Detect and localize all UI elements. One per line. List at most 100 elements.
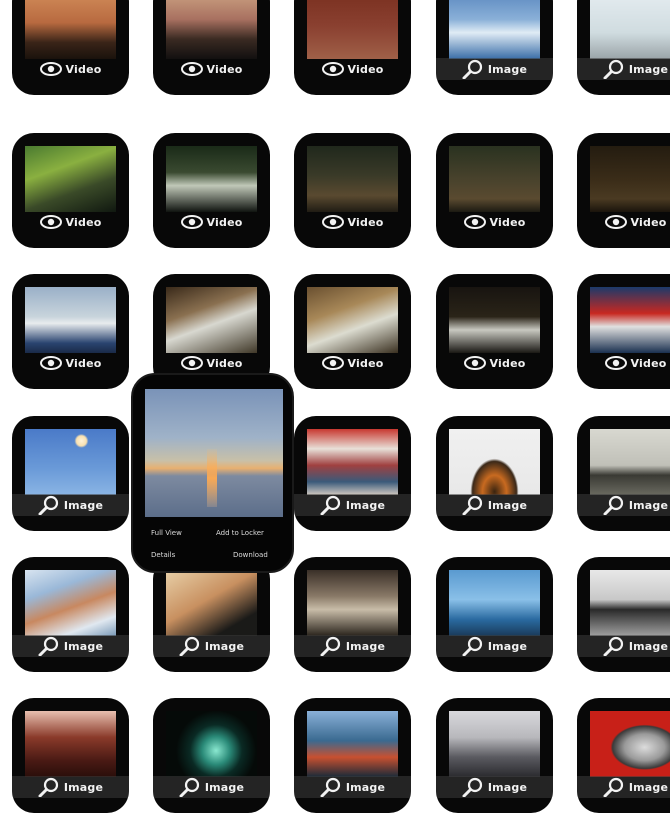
video-tile[interactable]: Video [12, 133, 129, 248]
image-tile[interactable]: Image [153, 698, 270, 813]
sun-glow [207, 449, 217, 507]
thumbnail [590, 0, 670, 59]
thumbnail [307, 146, 398, 212]
image-label-text: Image [487, 498, 528, 512]
video-tile[interactable]: Video [153, 274, 270, 389]
add-to-locker-button[interactable]: Add to Locker [216, 529, 264, 537]
video-label-text: Video [65, 215, 102, 229]
magnifier-icon [603, 59, 625, 79]
video-label-text: Video [347, 215, 384, 229]
image-tile[interactable]: Image [577, 416, 670, 531]
image-tile[interactable]: Image [294, 557, 411, 672]
image-label-text: Image [63, 639, 104, 653]
video-tile[interactable]: Video [12, 0, 129, 95]
eye-icon [39, 356, 62, 370]
image-label: Image [12, 776, 129, 798]
thumbnail [166, 0, 257, 59]
image-label-text: Image [628, 780, 669, 794]
magnifier-icon [462, 495, 484, 515]
thumbnail [166, 711, 257, 777]
image-tile[interactable]: Image [12, 416, 129, 531]
details-button[interactable]: Details [151, 551, 175, 559]
thumbnail [590, 287, 670, 353]
video-tile[interactable]: Video [294, 0, 411, 95]
magnifier-icon [38, 636, 60, 656]
image-tile[interactable]: Image [436, 557, 553, 672]
video-label: Video [577, 352, 670, 374]
thumbnail [449, 146, 540, 212]
thumbnail [25, 287, 116, 353]
image-tile[interactable]: Image [12, 698, 129, 813]
full-view-button[interactable]: Full View [151, 529, 182, 537]
thumbnail [590, 570, 670, 636]
video-tile[interactable]: Video [577, 274, 670, 389]
thumbnail [590, 146, 670, 212]
video-tile[interactable]: Video [153, 0, 270, 95]
image-label: Image [12, 494, 129, 516]
image-tile[interactable]: Image [436, 698, 553, 813]
video-tile[interactable]: Video [436, 133, 553, 248]
thumbnail [307, 711, 398, 777]
preview-image[interactable] [145, 389, 283, 517]
image-label: Image [577, 776, 670, 798]
video-label-text: Video [65, 62, 102, 76]
thumbnail [307, 429, 398, 495]
video-label-text: Video [65, 356, 102, 370]
magnifier-icon [462, 777, 484, 797]
video-label-text: Video [347, 356, 384, 370]
video-tile[interactable]: Video [436, 274, 553, 389]
video-tile[interactable]: Video [12, 274, 129, 389]
magnifier-icon [603, 495, 625, 515]
eye-icon [463, 215, 486, 229]
image-label: Image [577, 494, 670, 516]
image-tile[interactable]: Image [436, 0, 553, 95]
video-label-text: Video [489, 215, 526, 229]
image-tile[interactable]: Image [577, 698, 670, 813]
magnifier-icon [320, 495, 342, 515]
video-tile[interactable]: Video [294, 133, 411, 248]
magnifier-icon [462, 59, 484, 79]
magnifier-icon [462, 636, 484, 656]
image-tile[interactable]: Image [577, 557, 670, 672]
image-label: Image [577, 635, 670, 657]
thumbnail [25, 711, 116, 777]
video-label: Video [294, 352, 411, 374]
eye-icon [321, 62, 344, 76]
image-label-text: Image [345, 780, 386, 794]
thumbnail [449, 711, 540, 777]
image-tile[interactable]: Image [577, 0, 670, 95]
eye-icon [604, 215, 627, 229]
video-label-text: Video [489, 356, 526, 370]
video-tile[interactable]: Video [153, 133, 270, 248]
image-tile[interactable]: Image [153, 557, 270, 672]
thumbnail [449, 429, 540, 495]
image-tile[interactable]: Image [436, 416, 553, 531]
video-label: Video [12, 211, 129, 233]
video-tile[interactable]: Video [577, 133, 670, 248]
video-label-text: Video [206, 356, 243, 370]
thumbnail [25, 570, 116, 636]
image-tile[interactable]: Image [294, 698, 411, 813]
video-label-text: Video [630, 356, 667, 370]
image-label-text: Image [63, 780, 104, 794]
thumbnail [166, 146, 257, 212]
download-button[interactable]: Download [233, 551, 268, 559]
image-tile[interactable]: Image [294, 416, 411, 531]
eye-icon [604, 356, 627, 370]
magnifier-icon [38, 495, 60, 515]
video-label: Video [12, 352, 129, 374]
video-tile[interactable]: Video [294, 274, 411, 389]
magnifier-icon [179, 636, 201, 656]
image-label: Image [436, 494, 553, 516]
thumbnail [307, 0, 398, 59]
magnifier-icon [320, 777, 342, 797]
image-label-text: Image [628, 62, 669, 76]
eye-icon [180, 356, 203, 370]
video-label: Video [12, 58, 129, 80]
image-label-text: Image [487, 780, 528, 794]
image-label-text: Image [204, 780, 245, 794]
video-label: Video [294, 58, 411, 80]
image-tile[interactable]: Image [12, 557, 129, 672]
image-label: Image [153, 635, 270, 657]
image-label-text: Image [628, 498, 669, 512]
